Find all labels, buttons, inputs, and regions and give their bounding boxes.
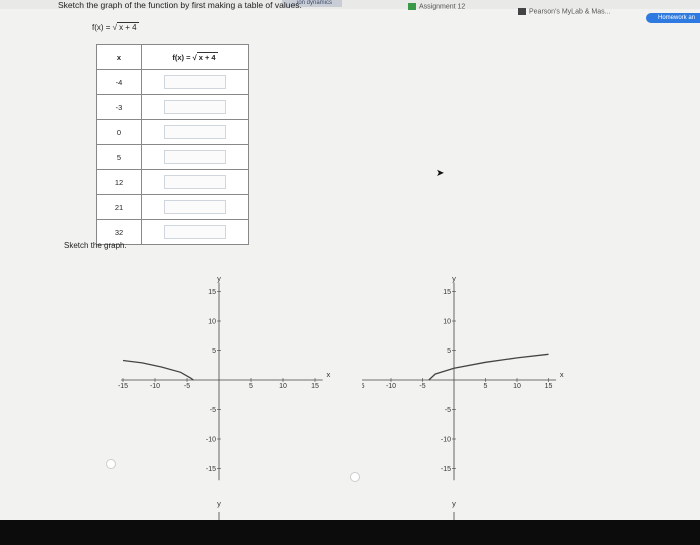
pearson-label: Pearson's MyLab & Mas...: [529, 8, 611, 16]
pearson-bookmark[interactable]: Pearson's MyLab & Mas...: [518, 8, 610, 15]
header-fx-lhs: f(x) =: [172, 53, 193, 62]
graph-2-y-axis-label: y: [452, 274, 456, 283]
fx-answer-input[interactable]: [164, 100, 226, 114]
graph-1-x-tick-label: -10: [150, 383, 160, 390]
mouse-cursor-icon: ➤: [436, 168, 445, 179]
assignment-label: Assignment 12: [419, 3, 466, 11]
graph-1-x-tick-label: -15: [118, 383, 128, 390]
graph-1-y-tick-label: 5: [212, 348, 216, 355]
graph-option-2-radio[interactable]: [350, 472, 360, 482]
graph-2-x-tick-label: 5: [484, 383, 488, 390]
fx-cell: [141, 219, 249, 245]
graph-1-next-graph-y-label: y: [217, 499, 221, 508]
pearson-icon: [518, 8, 526, 15]
graph-2-x-tick-label: -5: [419, 383, 425, 390]
fx-cell: [141, 119, 249, 145]
graph-2-y-tick-label: 10: [443, 319, 451, 326]
x-value: 5: [96, 144, 142, 170]
fx-cell: [141, 144, 249, 170]
graph-1-curve: [122, 359, 194, 381]
graph-1-y-tick-label: -15: [206, 466, 216, 473]
x-value: 12: [96, 169, 142, 195]
x-value: 0: [96, 119, 142, 145]
question-title: Sketch the graph of the function by firs…: [58, 0, 302, 10]
graph-1-y-tick-label: 10: [208, 319, 216, 326]
function-radicand: x + 4: [117, 22, 139, 32]
screen: ...ion dynamics Assignment 12 Pearson's …: [0, 0, 700, 545]
graph-option-1[interactable]: -15 -10 -5 5 10 15 15 10 5 -5 -10 -15 x y y: [108, 262, 348, 524]
graph-2-next-graph-y-label: y: [452, 499, 456, 508]
graph-2-x-axis-label: x: [560, 370, 564, 379]
graph-option-1-radio[interactable]: [106, 459, 116, 469]
graph-2-x-tick-label: 10: [513, 383, 521, 390]
graph-2-y-tick-label: 15: [443, 289, 451, 296]
graph-2-x-tick-label: -10: [386, 383, 396, 390]
fx-answer-input[interactable]: [164, 125, 226, 139]
table-row: -3: [96, 94, 249, 120]
header-fx: f(x) = √ x + 4: [141, 44, 249, 70]
graph-1-x-axis-label: x: [327, 370, 331, 379]
assignment-bookmark[interactable]: Assignment 12: [408, 3, 465, 10]
graph-2-x-tick-label: -15: [362, 383, 365, 390]
x-value: -4: [96, 69, 142, 95]
graph-1-x-tick-label: -5: [184, 383, 190, 390]
graph-1-y-axis-label: y: [217, 274, 221, 283]
assignment-icon: [408, 3, 416, 10]
x-value: -3: [96, 94, 142, 120]
graph-1-x-tick-label: 5: [249, 383, 253, 390]
header-x: x: [96, 44, 142, 70]
values-table: x f(x) = √ x + 4 -4 -3 0 5 12 21 32: [96, 44, 249, 245]
fx-answer-input[interactable]: [164, 225, 226, 239]
fx-cell: [141, 194, 249, 220]
graph-1-y-tick-label: -10: [206, 437, 216, 444]
graph-option-2[interactable]: -15 -10 -5 5 10 15 15 10 5 -5 -10 -15 x y y: [362, 262, 587, 524]
table-row: 21: [96, 194, 249, 220]
graph-1-y-tick-label: -5: [210, 407, 216, 414]
fx-answer-input[interactable]: [164, 175, 226, 189]
screen-bottom-bezel: [0, 520, 700, 545]
graph-2-y-tick-label: 5: [447, 348, 451, 355]
homework-bookmark[interactable]: Homework an: [646, 13, 700, 23]
fx-cell: [141, 169, 249, 195]
graph-2-y-tick-label: -10: [441, 437, 451, 444]
table-row: 5: [96, 144, 249, 170]
graph-1-x-tick-label: 15: [311, 383, 319, 390]
fx-cell: [141, 69, 249, 95]
table-row: 12: [96, 169, 249, 195]
fx-answer-input[interactable]: [164, 75, 226, 89]
graph-1-x-tick-label: 10: [279, 383, 287, 390]
graph-2-x-tick-label: 15: [545, 383, 553, 390]
table-row: -4: [96, 69, 249, 95]
header-fx-radicand: x + 4: [196, 52, 218, 62]
function-definition: f(x) = √ x + 4: [92, 22, 139, 32]
fx-answer-input[interactable]: [164, 200, 226, 214]
sketch-instruction: Sketch the graph.: [64, 241, 127, 250]
graph-2-y-tick-label: -5: [445, 407, 451, 414]
graph-1-y-tick-label: 15: [208, 289, 216, 296]
table-row: 0: [96, 119, 249, 145]
fx-cell: [141, 94, 249, 120]
x-value: 21: [96, 194, 142, 220]
graph-2-curve: [428, 353, 549, 381]
fx-answer-input[interactable]: [164, 150, 226, 164]
graph-2-y-tick-label: -15: [441, 466, 451, 473]
function-lhs: f(x) =: [92, 23, 113, 32]
